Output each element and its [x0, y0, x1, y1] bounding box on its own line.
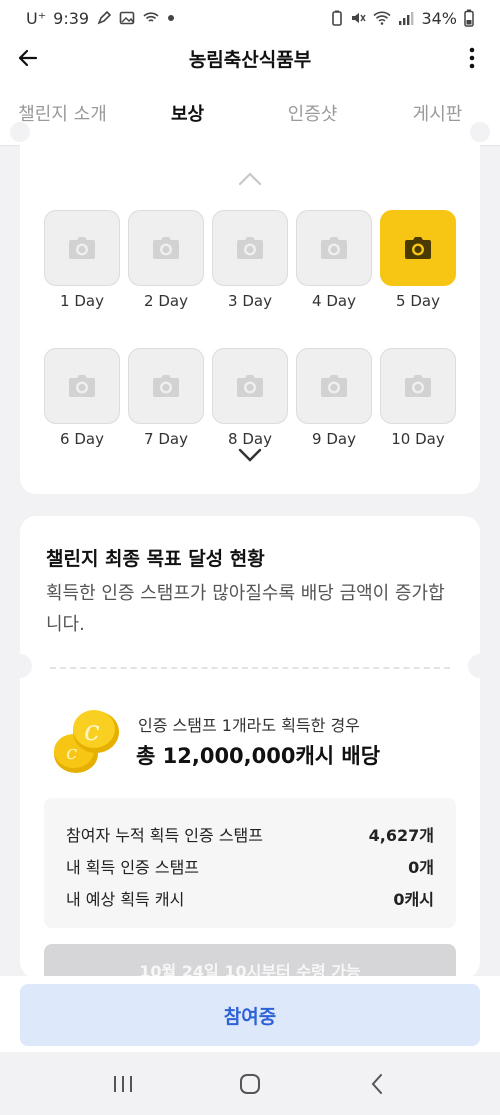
stamp-day-label: 8 Day [228, 430, 272, 448]
arrow-left-icon [18, 49, 38, 67]
recent-apps-button[interactable] [103, 1064, 143, 1104]
camera-icon [69, 375, 95, 397]
camera-icon [153, 375, 179, 397]
stat-label: 내 획득 인증 스탬프 [66, 858, 200, 877]
chevron-up-icon[interactable] [238, 172, 262, 186]
camera-icon [321, 375, 347, 397]
stamp-completed[interactable] [380, 210, 456, 286]
status-bar: U⁺ 9:39 34% [0, 0, 500, 36]
home-button[interactable] [230, 1064, 270, 1104]
stamp-empty[interactable] [44, 348, 120, 424]
stamp-day-cell: 3 Day [212, 210, 288, 310]
stamp-day-cell: 5 Day [380, 210, 456, 310]
carrier-label: U⁺ [26, 8, 47, 28]
stamp-day-cell: 9 Day [296, 348, 372, 448]
ticket-notch [470, 122, 490, 142]
camera-icon [69, 237, 95, 259]
stamp-empty[interactable] [44, 210, 120, 286]
stamp-day-label: 9 Day [312, 430, 356, 448]
camera-icon [405, 375, 431, 397]
chevron-left-icon [371, 1073, 382, 1094]
app-header: 농림축산식품부 [0, 36, 500, 80]
stamp-day-label: 10 Day [391, 430, 445, 448]
stamp-empty[interactable] [128, 348, 204, 424]
camera-icon [237, 237, 263, 259]
reward-amount: 총 12,000,000캐시 배당 [136, 744, 381, 768]
recent-apps-icon [114, 1075, 133, 1092]
stamp-day-label: 6 Day [60, 430, 104, 448]
stamp-day-label: 1 Day [60, 292, 104, 310]
stamp-day-cell: 4 Day [296, 210, 372, 310]
ticket-notch [10, 122, 30, 142]
battery-saver-icon [332, 10, 343, 26]
stamp-grid: 1 Day 2 Day 3 Day 4 Day 5 Day 6 Day 7 Day 8 Day… [44, 210, 456, 448]
camera-icon [237, 375, 263, 397]
page-title: 농림축산식품부 [188, 48, 312, 71]
chevron-down-icon[interactable] [238, 448, 262, 462]
stat-row: 참여자 누적 획득 인증 스탬프 4,627개 [66, 818, 434, 850]
goal-description: 획득한 인증 스탬프가 많아질수록 배당 금액이 증가합니다. [46, 583, 445, 635]
stamp-card: 1 Day 2 Day 3 Day 4 Day 5 Day 6 Day 7 Day 8 Day… [10, 122, 490, 494]
wifi-icon [373, 11, 391, 25]
stat-label: 참여자 누적 획득 인증 스탬프 [66, 826, 263, 845]
stamp-day-label: 7 Day [144, 430, 188, 448]
goal-title: 챌린지 최종 목표 달성 현황 [46, 548, 265, 570]
camera-icon [321, 237, 347, 259]
goal-card: 챌린지 최종 목표 달성 현황 획득한 인증 스탬프가 많아질수록 배당 금액이… [8, 516, 492, 994]
dot-icon [168, 15, 175, 21]
stat-label: 내 예상 획득 캐시 [66, 890, 185, 909]
edit-icon [97, 10, 112, 25]
clock: 9:39 [53, 8, 90, 28]
stamp-empty[interactable] [212, 210, 288, 286]
stats-box: 참여자 누적 획득 인증 스탬프 4,627개 내 획득 인증 스탬프 0개 내… [44, 798, 456, 928]
battery-percent: 34% [421, 8, 457, 28]
stamp-empty[interactable] [296, 210, 372, 286]
participating-button[interactable]: 참여중 [20, 984, 480, 1046]
wifi-call-icon [143, 12, 159, 22]
stamp-day-cell: 2 Day [128, 210, 204, 310]
stamp-day-cell: 1 Day [44, 210, 120, 310]
back-nav-button[interactable] [357, 1064, 397, 1104]
system-nav-bar [0, 1052, 500, 1115]
more-options-button[interactable] [458, 44, 486, 72]
stamp-day-label: 2 Day [144, 292, 188, 310]
stat-row: 내 예상 획득 캐시 0캐시 [66, 882, 434, 914]
camera-icon [153, 237, 179, 259]
signal-icon [399, 12, 414, 25]
stamp-day-cell: 7 Day [128, 348, 204, 448]
dashed-divider [50, 667, 450, 669]
reward-condition: 인증 스탬프 1개라도 획득한 경우 [138, 716, 360, 735]
more-vertical-icon [469, 47, 475, 69]
ticket-notch [8, 654, 32, 678]
battery-icon [464, 9, 474, 27]
stat-row: 내 획득 인증 스탬프 0개 [66, 850, 434, 882]
home-icon [239, 1073, 260, 1094]
camera-icon [405, 237, 431, 259]
status-left: U⁺ 9:39 [26, 9, 175, 28]
svg-text:c: c [66, 740, 77, 764]
image-icon [119, 11, 135, 25]
status-right: 34% [331, 9, 474, 28]
stamp-empty[interactable] [380, 348, 456, 424]
stamp-day-cell: 10 Day [380, 348, 456, 448]
stamp-empty[interactable] [212, 348, 288, 424]
back-button[interactable] [14, 44, 42, 72]
stat-value: 0개 [408, 858, 434, 877]
stamp-day-cell: 8 Day [212, 348, 288, 448]
stamp-day-label: 5 Day [396, 292, 440, 310]
stamp-empty[interactable] [296, 348, 372, 424]
ticket-notch [468, 654, 492, 678]
stat-value: 4,627개 [368, 826, 434, 845]
stat-value: 0캐시 [393, 890, 434, 909]
coin-icon: c c [46, 702, 126, 782]
stamp-day-label: 4 Day [312, 292, 356, 310]
stamp-day-cell: 6 Day [44, 348, 120, 448]
mute-icon [352, 13, 367, 23]
svg-text:c: c [84, 714, 100, 747]
stamp-day-label: 3 Day [228, 292, 272, 310]
stamp-empty[interactable] [128, 210, 204, 286]
